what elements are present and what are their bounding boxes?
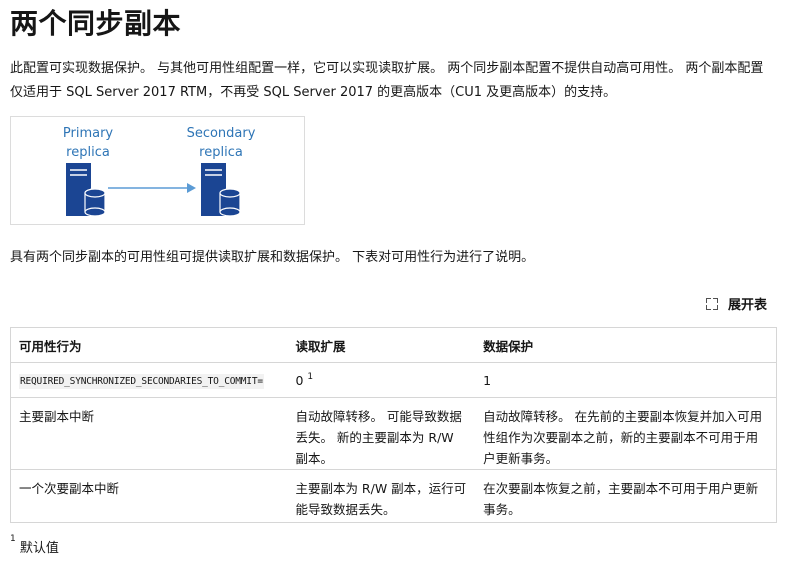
footnote: 1 默认值 bbox=[10, 534, 59, 556]
cell-read-scale: 0 1 bbox=[287, 362, 476, 398]
page-title: 两个同步副本 bbox=[10, 7, 182, 40]
cell-behavior: 主要副本中断 bbox=[10, 397, 288, 470]
primary-server-icon bbox=[66, 163, 106, 217]
replication-arrow-icon bbox=[108, 183, 196, 193]
table-row: REQUIRED_SYNCHRONIZED_SECONDARIES_TO_COM… bbox=[10, 362, 777, 398]
cell-data-protection: 自动故障转移。 在先前的主要副本恢复并加入可用性组作为次要副本之前，新的主要副本… bbox=[475, 397, 777, 470]
header-read-scale: 读取扩展 bbox=[287, 327, 476, 363]
table-row: 一个次要副本中断 主要副本为 R/W 副本，运行可能导致数据丢失。 在次要副本恢… bbox=[10, 469, 777, 523]
cell-data-protection: 在次要副本恢复之前，主要副本不可用于用户更新事务。 bbox=[475, 469, 777, 523]
header-behavior: 可用性行为 bbox=[10, 327, 288, 363]
expand-table-label: 展开表 bbox=[727, 298, 767, 313]
read-value: 0 bbox=[295, 372, 304, 388]
footnote-ref: 1 bbox=[307, 371, 314, 382]
footnote-text: 默认值 bbox=[19, 541, 59, 556]
cell-behavior: 一个次要副本中断 bbox=[10, 469, 288, 523]
summary-paragraph: 具有两个同步副本的可用性组可提供读取扩展和数据保护。 下表对可用性行为进行了说明… bbox=[10, 250, 535, 265]
cell-read-scale: 主要副本为 R/W 副本，运行可能导致数据丢失。 bbox=[287, 469, 476, 523]
table-row: 主要副本中断 自动故障转移。 可能导致数据丢失。 新的主要副本为 R/W 副本。… bbox=[10, 397, 777, 470]
header-data-protection: 数据保护 bbox=[475, 327, 777, 363]
primary-label-line1: Primary bbox=[63, 126, 114, 141]
secondary-label-line1: Secondary bbox=[187, 126, 256, 141]
expand-table-button[interactable]: 展开表 bbox=[705, 294, 767, 313]
intro-paragraph: 此配置可实现数据保护。 与其他可用性组配置一样，它可以实现读取扩展。 两个同步副… bbox=[10, 61, 764, 100]
replica-diagram: Primary replica Secondary replica bbox=[10, 116, 305, 225]
secondary-server-icon bbox=[201, 163, 241, 217]
footnote-marker: 1 bbox=[10, 534, 16, 544]
availability-table: 可用性行为 读取扩展 数据保护 REQUIRED_SYNCHRONIZED_SE… bbox=[10, 327, 777, 523]
table-header-row: 可用性行为 读取扩展 数据保护 bbox=[10, 327, 777, 363]
cell-read-scale: 自动故障转移。 可能导致数据丢失。 新的主要副本为 R/W 副本。 bbox=[287, 397, 476, 470]
cell-behavior: REQUIRED_SYNCHRONIZED_SECONDARIES_TO_COM… bbox=[10, 362, 288, 398]
setting-code: REQUIRED_SYNCHRONIZED_SECONDARIES_TO_COM… bbox=[19, 373, 264, 389]
primary-label-line2: replica bbox=[66, 145, 110, 160]
cell-data-protection: 1 bbox=[475, 362, 777, 398]
expand-icon bbox=[705, 297, 718, 310]
secondary-label-line2: replica bbox=[199, 145, 243, 160]
